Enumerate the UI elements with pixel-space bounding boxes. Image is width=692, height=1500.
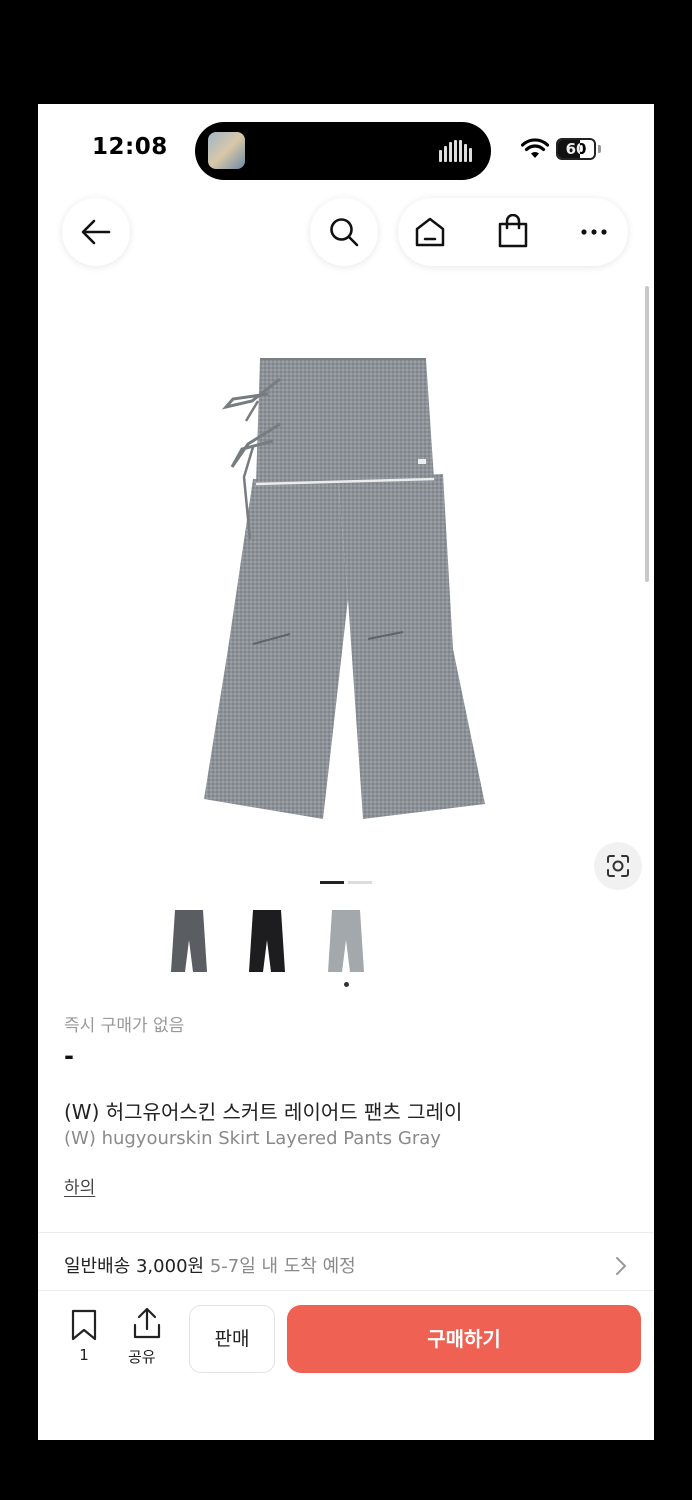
product-image[interactable] <box>198 349 498 829</box>
shopping-bag-icon[interactable] <box>497 214 529 248</box>
back-arrow-icon <box>81 219 111 245</box>
scrollbar[interactable] <box>645 286 649 582</box>
product-title-korean: (W) 허그유어스킨 스커트 레이어드 팬츠 그레이 <box>64 1100 463 1124</box>
sell-button[interactable]: 판매 <box>189 1305 275 1373</box>
shipping-info[interactable]: 일반배송 3,000원 5-7일 내 도착 예정 <box>64 1252 356 1278</box>
status-time: 12:08 <box>92 134 168 160</box>
app-screen: 12:08 60 즉시 구매가 없음 - (W) 허그유어스킨 스커트 레이어드… <box>38 104 654 1440</box>
shipping-method: 일반배송 <box>64 1256 131 1277</box>
price: - <box>64 1042 74 1070</box>
dynamic-island <box>195 122 491 180</box>
search-button[interactable] <box>310 198 378 266</box>
buy-button[interactable]: 구매하기 <box>287 1305 641 1373</box>
home-icon[interactable] <box>414 216 446 248</box>
pager-indicator <box>348 881 372 884</box>
nav-action-group <box>398 198 628 266</box>
color-thumbnail-charcoal[interactable] <box>163 904 215 976</box>
color-thumbnail-gray[interactable] <box>320 904 372 976</box>
share-label: 공유 <box>128 1348 156 1366</box>
wifi-icon <box>521 138 549 158</box>
pager-active-indicator <box>320 881 344 884</box>
shipping-fee: 3,000원 <box>135 1256 205 1277</box>
selected-thumbnail-dot <box>344 982 349 987</box>
shipping-eta: 5-7일 내 도착 예정 <box>209 1256 356 1277</box>
camera-scan-icon <box>607 855 629 877</box>
bookmark-icon[interactable] <box>69 1309 99 1341</box>
battery-icon: 60 <box>556 138 596 160</box>
share-icon[interactable] <box>132 1307 162 1339</box>
battery-level: 60 <box>565 140 587 158</box>
more-icon[interactable] <box>580 228 608 236</box>
image-pager <box>320 881 372 884</box>
now-playing-thumbnail <box>208 132 245 169</box>
category-link[interactable]: 하의 <box>64 1173 95 1198</box>
battery-nub <box>598 145 601 153</box>
bookmark-count: 1 <box>79 1346 89 1364</box>
chevron-right-icon[interactable] <box>614 1255 628 1277</box>
divider <box>38 1232 654 1233</box>
color-thumbnail-black[interactable] <box>241 904 293 976</box>
instant-purchase-label: 즉시 구매가 없음 <box>64 1016 185 1036</box>
image-search-button[interactable] <box>594 842 642 890</box>
back-button[interactable] <box>62 198 130 266</box>
divider <box>38 1290 654 1291</box>
product-title-english: (W) hugyourskin Skirt Layered Pants Gray <box>64 1128 441 1149</box>
search-icon <box>330 218 359 247</box>
audio-bars-icon <box>439 140 473 162</box>
